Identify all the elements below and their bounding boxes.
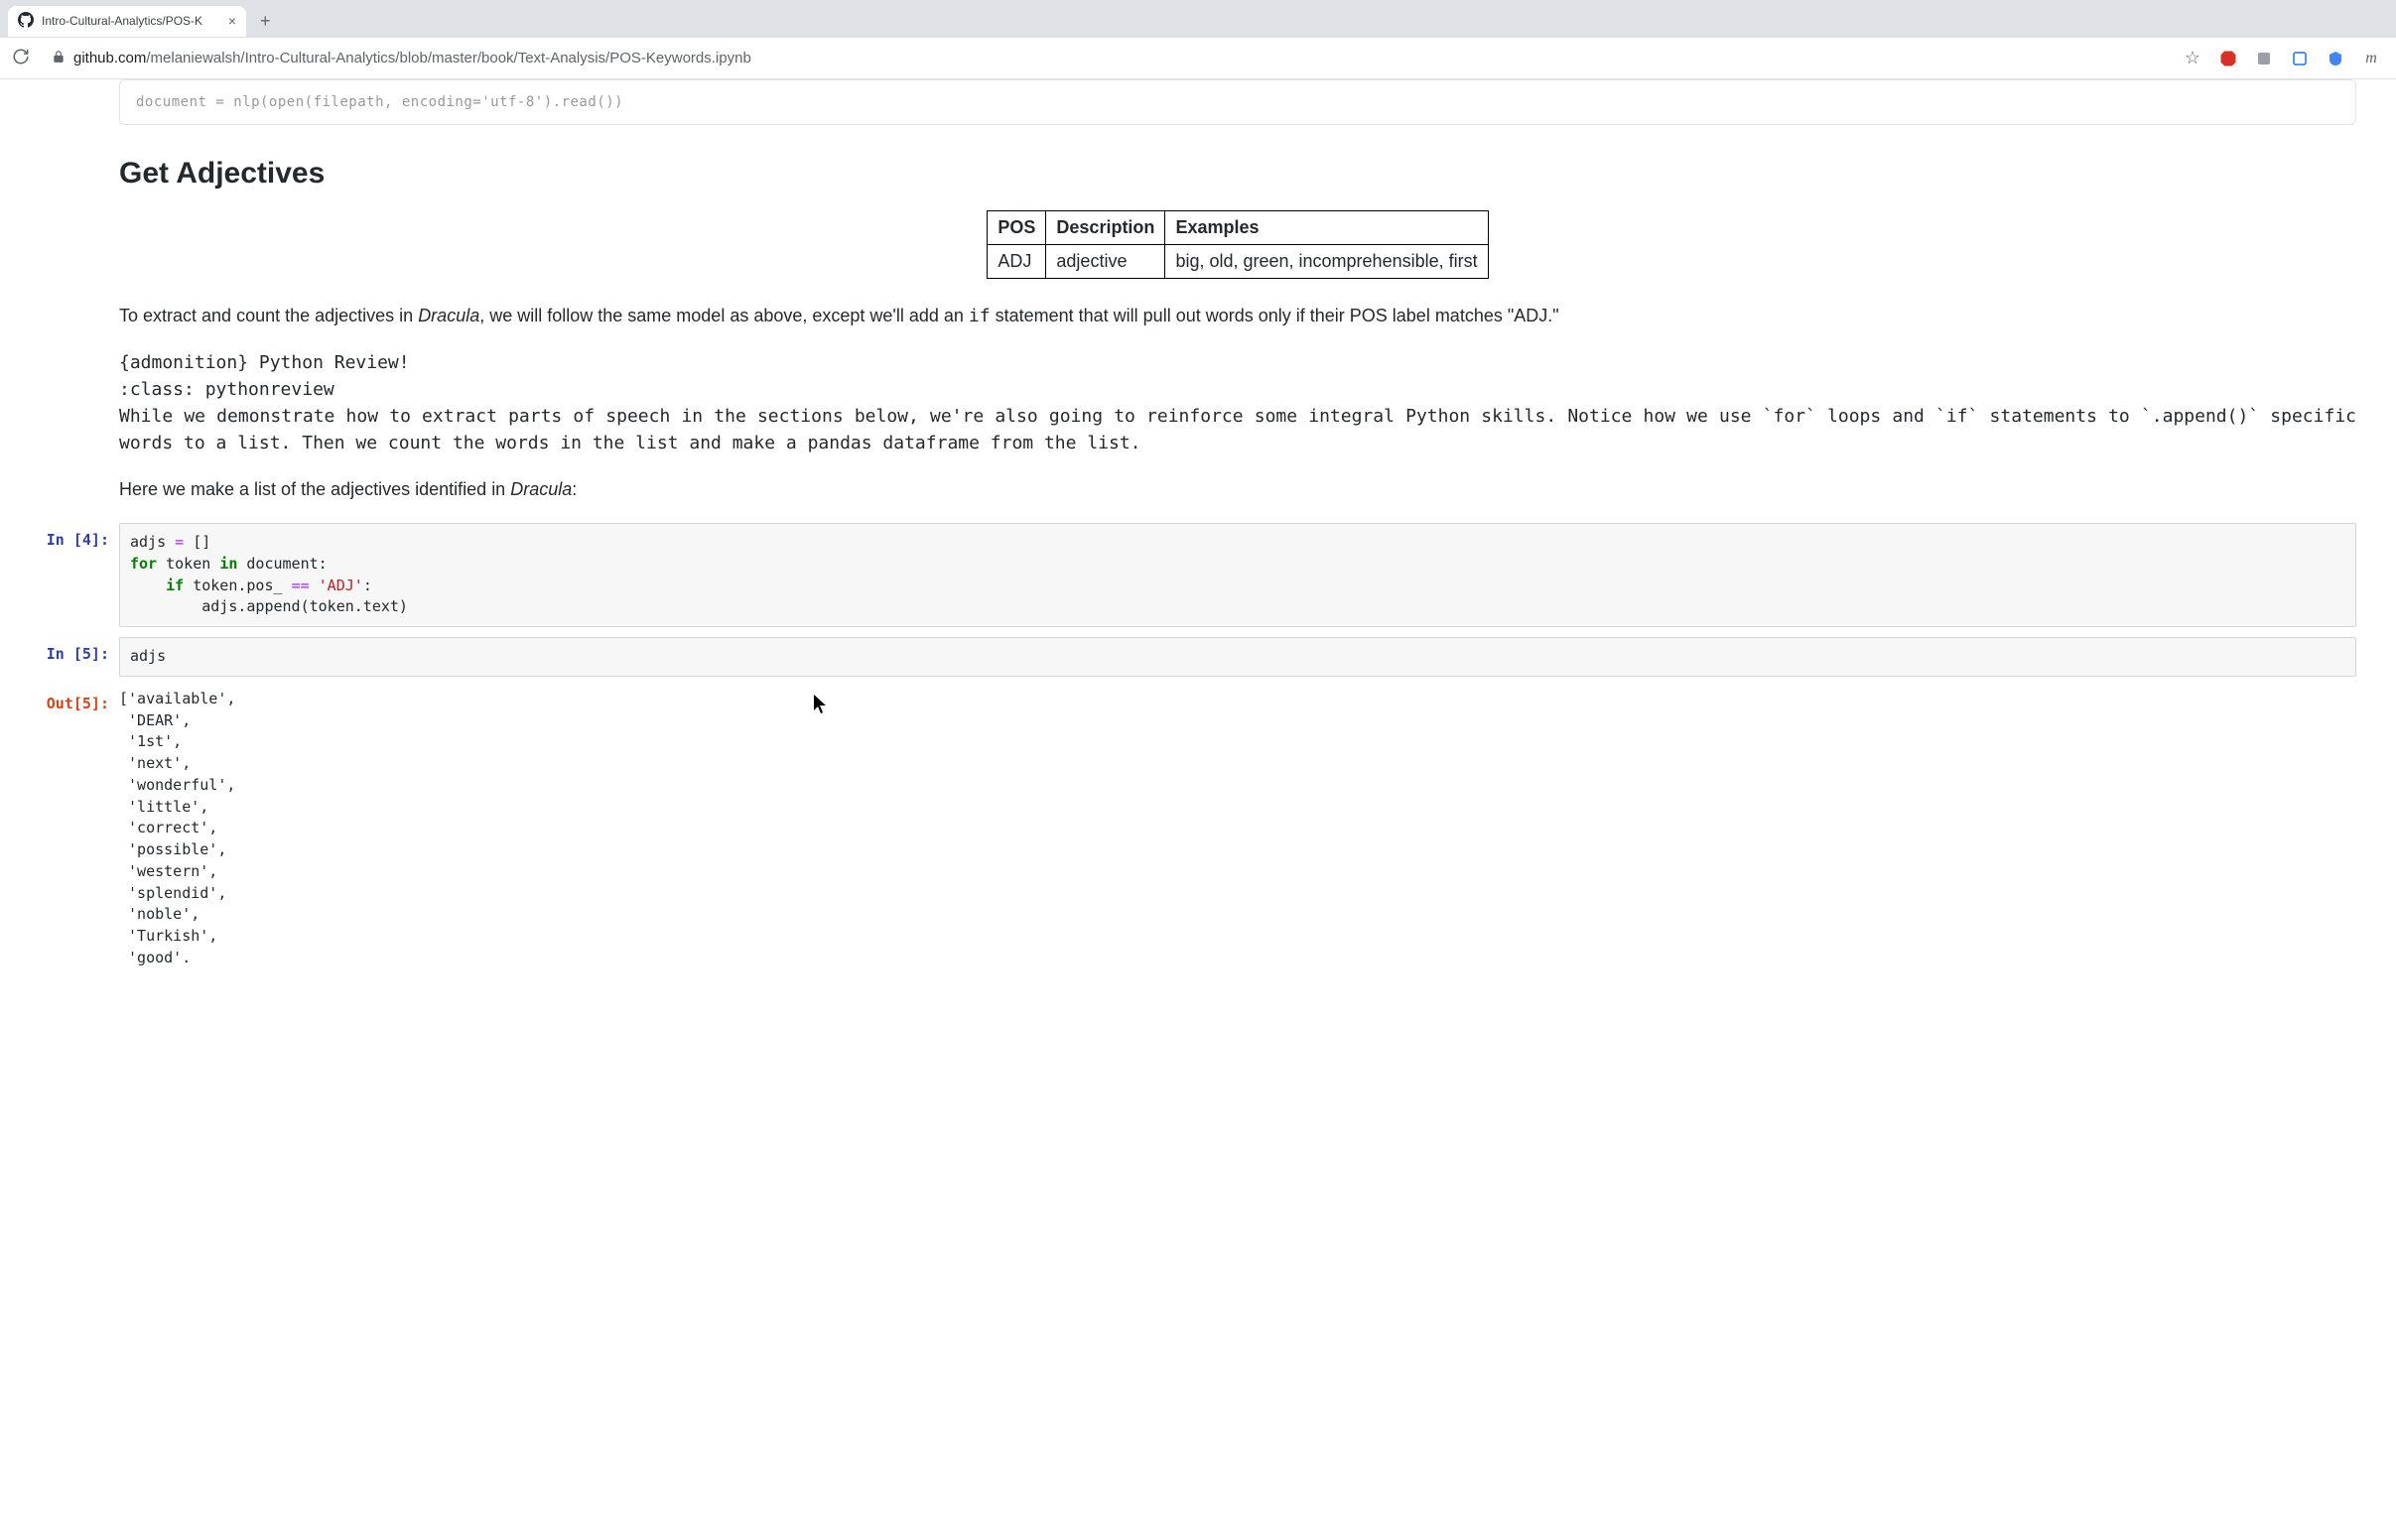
extension-icon-1[interactable]: [2255, 50, 2273, 67]
out5-body: ['available', 'DEAR', '1st', 'next', 'wo…: [119, 687, 2356, 969]
code-cell-truncated: document = nlp(open(filepath, encoding='…: [119, 79, 2356, 125]
th-ex: Examples: [1165, 211, 1488, 245]
browser-tab[interactable]: Intro-Cultural-Analytics/POS-K ×: [8, 6, 246, 37]
th-desc: Description: [1046, 211, 1165, 245]
in5-body[interactable]: adjs: [119, 637, 2356, 677]
reload-button[interactable]: [12, 48, 30, 68]
url-input[interactable]: github.com/melaniewalsh/Intro-Cultural-A…: [46, 46, 2168, 70]
in4-prompt: In [4]:: [40, 523, 119, 549]
extension-icons: ☆ m: [2184, 50, 2380, 67]
td-ex: big, old, green, incomprehensible, first: [1165, 245, 1488, 279]
code-cell-in5: In [5]: adjs: [40, 637, 2356, 677]
page-content: document = nlp(open(filepath, encoding='…: [0, 79, 2396, 1534]
td-pos: ADJ: [988, 245, 1046, 279]
truncated-code-text: document = nlp(open(filepath, encoding='…: [136, 90, 2339, 114]
extension-icon-m[interactable]: m: [2362, 50, 2380, 67]
extension-icon-2[interactable]: [2291, 50, 2309, 67]
th-pos: POS: [988, 211, 1046, 245]
admonition-block: {admonition} Python Review! :class: pyth…: [119, 349, 2356, 456]
tab-bar: Intro-Cultural-Analytics/POS-K × +: [0, 0, 2396, 38]
code-cell-out5: Out[5]: ['available', 'DEAR', '1st', 'ne…: [40, 687, 2356, 969]
lock-icon: [52, 50, 66, 66]
markdown-section: Get Adjectives POS Description Examples …: [40, 125, 2356, 503]
star-icon[interactable]: ☆: [2184, 50, 2201, 67]
pos-table: POS Description Examples ADJ adjective b…: [987, 210, 1488, 279]
tab-close-button[interactable]: ×: [228, 14, 236, 28]
in5-prompt: In [5]:: [40, 637, 119, 663]
url-bar: github.com/melaniewalsh/Intro-Cultural-A…: [0, 38, 2396, 79]
section-heading: Get Adjectives: [119, 157, 2356, 191]
tab-title: Intro-Cultural-Analytics/POS-K: [42, 14, 220, 28]
out5-prompt: Out[5]:: [40, 687, 119, 712]
url-text: github.com/melaniewalsh/Intro-Cultural-A…: [73, 50, 751, 66]
github-icon: [18, 12, 34, 31]
browser-chrome: Intro-Cultural-Analytics/POS-K × + githu…: [0, 0, 2396, 79]
extension-icon-3[interactable]: [2327, 50, 2344, 67]
paragraph-1: To extract and count the adjectives in D…: [119, 303, 2356, 329]
code-cell-in4: In [4]: adjs = [] for token in document:…: [40, 523, 2356, 627]
paragraph-2: Here we make a list of the adjectives id…: [119, 476, 2356, 503]
td-desc: adjective: [1046, 245, 1165, 279]
new-tab-button[interactable]: +: [254, 7, 277, 36]
in4-body[interactable]: adjs = [] for token in document: if toke…: [119, 523, 2356, 627]
adblock-icon[interactable]: [2219, 50, 2237, 67]
